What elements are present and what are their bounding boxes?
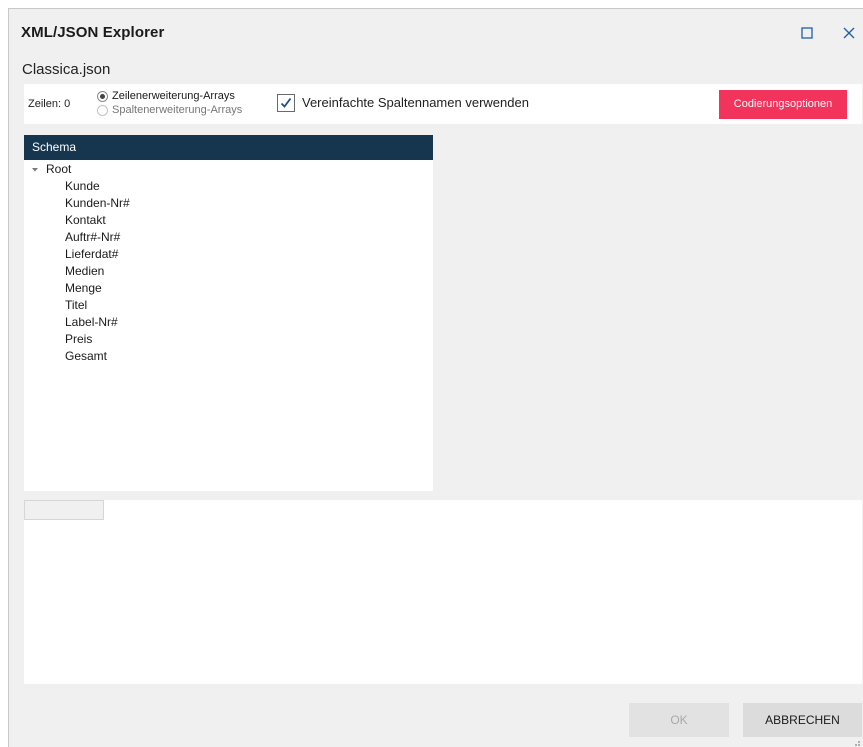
maximize-button[interactable] <box>797 23 817 43</box>
ok-button[interactable]: OK <box>629 703 729 737</box>
schema-header: Schema <box>24 135 433 160</box>
tree-node-gesamt[interactable]: Gesamt <box>24 348 433 365</box>
resize-grip-icon[interactable] <box>852 738 861 747</box>
schema-panel: Schema Root Kunde Kunden-Nr# Kontakt Auf… <box>24 135 433 491</box>
checkmark-icon <box>280 97 292 108</box>
tree-node-medien[interactable]: Medien <box>24 263 433 280</box>
schema-tree: Root Kunde Kunden-Nr# Kontakt Auftr#-Nr#… <box>24 160 433 365</box>
title-bar: XML/JSON Explorer <box>9 9 863 53</box>
tree-node-label-nr[interactable]: Label-Nr# <box>24 314 433 331</box>
tree-root-label: Root <box>46 162 72 176</box>
radio-unselected-icon <box>97 105 108 116</box>
data-preview-grid[interactable] <box>24 500 862 684</box>
dialog-title: XML/JSON Explorer <box>21 24 165 41</box>
tree-node-auftr-nr[interactable]: Auftr#-Nr# <box>24 229 433 246</box>
radio-label-column-expansion: Spaltenerweiterung-Arrays <box>112 104 243 116</box>
options-bar: Zeilen: 0 Zeilenerweiterung-Arrays Spalt… <box>24 84 862 124</box>
grid-header-cell[interactable] <box>24 500 104 520</box>
radio-selected-icon <box>97 91 108 102</box>
tree-node-lieferdat[interactable]: Lieferdat# <box>24 246 433 263</box>
simplified-names-checkbox[interactable] <box>277 94 295 112</box>
maximize-icon <box>801 27 813 39</box>
rows-count-label: Zeilen: 0 <box>28 98 71 110</box>
tree-node-kunden-nr[interactable]: Kunden-Nr# <box>24 195 433 212</box>
radio-row-expansion[interactable]: Zeilenerweiterung-Arrays <box>96 89 242 103</box>
tree-node-titel[interactable]: Titel <box>24 297 433 314</box>
cancel-button[interactable]: ABBRECHEN <box>743 703 862 737</box>
tree-node-menge[interactable]: Menge <box>24 280 433 297</box>
radio-label-row-expansion: Zeilenerweiterung-Arrays <box>112 90 235 102</box>
tree-node-kontakt[interactable]: Kontakt <box>24 212 433 229</box>
file-name: Classica.json <box>22 61 111 78</box>
radio-column-expansion[interactable]: Spaltenerweiterung-Arrays <box>96 103 242 117</box>
tree-node-kunde[interactable]: Kunde <box>24 178 433 195</box>
close-button[interactable] <box>839 23 859 43</box>
tree-node-preis[interactable]: Preis <box>24 331 433 348</box>
array-expansion-radio-group: Zeilenerweiterung-Arrays Spaltenerweiter… <box>96 89 242 117</box>
xml-json-explorer-dialog: XML/JSON Explorer Classica.json Zeilen: … <box>8 8 863 747</box>
close-icon <box>843 27 855 39</box>
coding-options-button[interactable]: Codierungsoptionen <box>719 90 847 119</box>
tree-node-root[interactable]: Root <box>24 161 433 178</box>
chevron-down-icon[interactable] <box>30 163 40 175</box>
simplified-names-label[interactable]: Vereinfachte Spaltennamen verwenden <box>302 95 529 110</box>
